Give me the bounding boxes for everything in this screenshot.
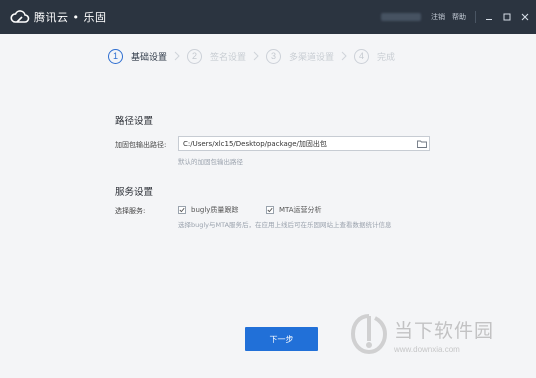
- downxia-logo-icon: [350, 314, 388, 355]
- app-logo: 腾讯云 • 乐固: [10, 9, 106, 25]
- step-finish[interactable]: 4 完成: [354, 48, 396, 64]
- output-path-value: C:/Users/xlc15/Desktop/package/加固出包: [183, 139, 327, 148]
- step-basic-settings[interactable]: 1 基础设置: [108, 48, 168, 64]
- app-title: 腾讯云 • 乐固: [34, 11, 107, 24]
- logout-link[interactable]: 注销: [431, 12, 445, 22]
- step-label: 多渠道设置: [289, 52, 335, 63]
- maximize-icon[interactable]: [500, 10, 514, 24]
- title-bar: 腾讯云 • 乐固 注销 帮助: [0, 0, 536, 34]
- step-number: 1: [108, 48, 123, 64]
- output-path-label: 加固包输出路径:: [115, 141, 167, 149]
- step-label: 基础设置: [131, 52, 168, 63]
- next-step-button[interactable]: 下一步: [245, 327, 318, 351]
- step-number: 3: [266, 48, 282, 64]
- chevron-right-icon: [174, 51, 180, 61]
- step-number: 4: [354, 48, 370, 64]
- chevron-right-icon: [341, 51, 347, 61]
- help-link[interactable]: 帮助: [452, 12, 466, 22]
- checkbox-box[interactable]: [266, 206, 274, 214]
- checkbox-label: MTA运营分析: [279, 206, 322, 214]
- titlebar-divider: [475, 11, 476, 23]
- cloud-logo-icon: [10, 10, 30, 23]
- output-path-hint: 默认的加固包输出路径: [178, 158, 243, 166]
- output-path-input[interactable]: C:/Users/xlc15/Desktop/package/加固出包: [178, 136, 430, 151]
- step-multichannel-settings[interactable]: 3 多渠道设置: [266, 48, 335, 64]
- service-settings-title: 服务设置: [115, 187, 154, 198]
- watermark-text: 当下软件园 www.downxia.com: [394, 316, 494, 354]
- checkbox-box[interactable]: [178, 206, 186, 214]
- watermark-url: www.downxia.com: [394, 345, 460, 354]
- bugly-checkbox[interactable]: bugly质量跟踪: [178, 205, 238, 215]
- step-number: 2: [187, 48, 203, 64]
- service-hint: 选择bugly与MTA服务后，在应用上线后可在乐固网站上查看数据统计信息: [178, 221, 392, 229]
- username-redacted: [381, 13, 421, 21]
- step-signature-settings[interactable]: 2 签名设置: [187, 48, 247, 64]
- select-service-label: 选择服务:: [115, 207, 146, 215]
- step-label: 完成: [377, 52, 396, 63]
- chevron-right-icon: [253, 51, 259, 61]
- folder-icon[interactable]: [415, 140, 429, 148]
- setup-stepper: 1 基础设置 2 签名设置 3 多渠道设置 4 完成: [108, 46, 395, 66]
- path-settings-title: 路径设置: [115, 116, 154, 127]
- checkmark-icon: [267, 207, 273, 213]
- mta-checkbox[interactable]: MTA运营分析: [266, 205, 322, 215]
- checkbox-label: bugly质量跟踪: [191, 206, 239, 214]
- checkmark-icon: [179, 207, 185, 213]
- site-watermark: 当下软件园 www.downxia.com: [350, 313, 494, 357]
- close-icon[interactable]: [518, 10, 532, 24]
- watermark-title: 当下软件园: [394, 320, 495, 342]
- minimize-icon[interactable]: [482, 10, 496, 24]
- step-label: 签名设置: [210, 52, 247, 63]
